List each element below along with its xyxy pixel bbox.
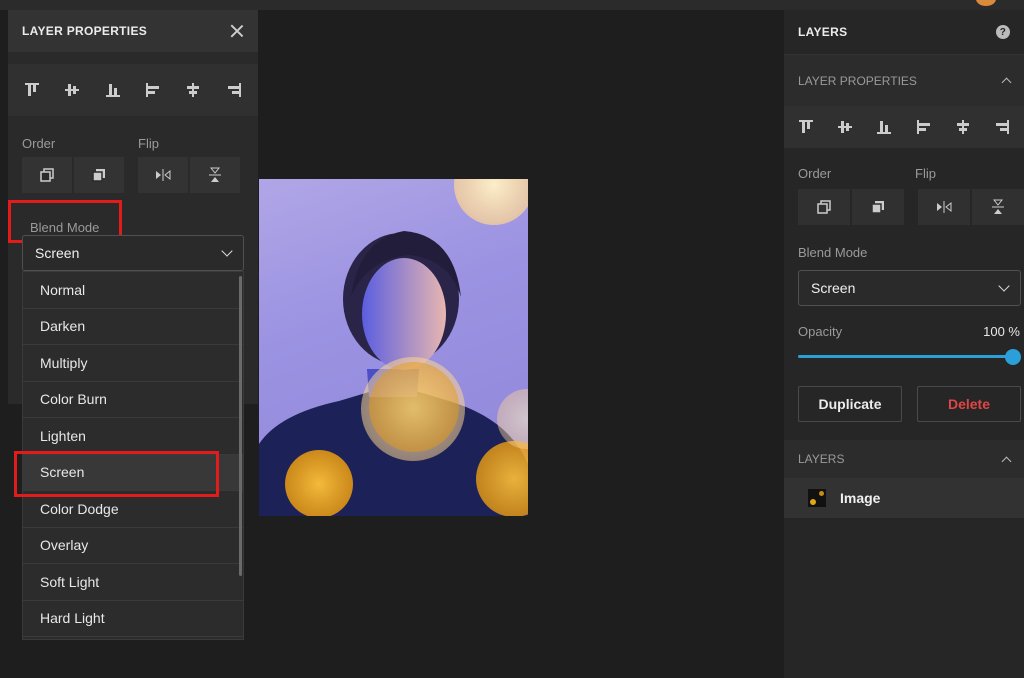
option-hard-light[interactable]: Hard Light <box>23 601 243 637</box>
chevron-up-icon <box>1001 456 1012 466</box>
option-overlay[interactable]: Overlay <box>23 528 243 564</box>
layer-row[interactable]: Image <box>784 478 1024 518</box>
option-multiply[interactable]: Multiply <box>23 345 243 382</box>
align-bottom-icon[interactable] <box>873 116 895 138</box>
chevron-down-icon <box>221 245 233 257</box>
align-top-icon[interactable] <box>795 116 817 138</box>
opacity-row: Opacity 100 % <box>798 324 1020 339</box>
bring-forward-icon <box>40 168 54 182</box>
align-bottom-icon[interactable] <box>102 79 124 101</box>
top-bar <box>0 0 1024 10</box>
align-toolbar <box>784 106 1024 148</box>
opacity-slider-track[interactable] <box>798 355 1014 358</box>
align-left-icon[interactable] <box>913 116 935 138</box>
align-vertical-center-icon[interactable] <box>834 116 856 138</box>
align-right-icon[interactable] <box>991 116 1013 138</box>
dropdown-scrollbar[interactable] <box>239 276 242 576</box>
layer-thumbnail <box>808 489 826 507</box>
flip-vertical-icon <box>209 167 221 182</box>
chevron-up-icon <box>1001 77 1012 88</box>
flip-label: Flip <box>138 136 159 151</box>
bring-forward-button[interactable] <box>798 189 850 225</box>
align-vertical-center-icon[interactable] <box>61 79 83 101</box>
blend-mode-select[interactable]: Screen <box>22 235 244 271</box>
align-right-icon[interactable] <box>223 79 245 101</box>
flip-horizontal-icon <box>937 201 952 213</box>
flip-horizontal-button[interactable] <box>138 157 188 193</box>
highlight-box-screen <box>14 451 219 497</box>
layers-panel-header: LAYERS ? <box>784 10 1024 54</box>
flip-horizontal-icon <box>156 169 171 181</box>
opacity-slider-handle[interactable] <box>1005 349 1021 365</box>
delete-button[interactable]: Delete <box>917 386 1021 422</box>
layer-name: Image <box>840 490 881 506</box>
panel-title: LAYER PROPERTIES <box>22 24 148 38</box>
layers-section-title: LAYERS <box>798 452 845 466</box>
flip-horizontal-button[interactable] <box>918 189 970 225</box>
flip-label: Flip <box>915 166 936 181</box>
align-left-icon[interactable] <box>142 79 164 101</box>
opacity-label: Opacity <box>798 324 843 339</box>
blend-mode-select[interactable]: Screen <box>798 270 1021 306</box>
flip-vertical-button[interactable] <box>190 157 240 193</box>
layers-panel: LAYERS ? LAYER PROPERTIES Order Flip Ble… <box>784 10 1024 678</box>
canvas-photo[interactable] <box>259 179 528 516</box>
align-horizontal-center-icon[interactable] <box>182 79 204 101</box>
option-normal[interactable]: Normal <box>23 272 243 309</box>
option-color-burn[interactable]: Color Burn <box>23 382 243 418</box>
send-backward-button[interactable] <box>852 189 904 225</box>
send-backward-button[interactable] <box>74 157 124 193</box>
send-backward-icon <box>92 169 105 182</box>
bring-forward-button[interactable] <box>22 157 72 193</box>
flip-vertical-icon <box>992 199 1004 214</box>
duplicate-button[interactable]: Duplicate <box>798 386 902 422</box>
option-soft-light[interactable]: Soft Light <box>23 564 243 601</box>
panel-header: LAYER PROPERTIES <box>8 10 258 52</box>
align-top-icon[interactable] <box>21 79 43 101</box>
close-icon[interactable] <box>230 24 244 38</box>
opacity-value: 100 % <box>983 324 1020 339</box>
send-backward-icon <box>871 201 884 214</box>
layer-properties-section-header[interactable]: LAYER PROPERTIES <box>784 54 1024 106</box>
order-label: Order <box>22 136 56 151</box>
chevron-down-icon <box>998 280 1010 292</box>
portrait-image <box>259 179 528 516</box>
layers-panel-title: LAYERS <box>798 25 848 39</box>
blend-mode-value: Screen <box>35 245 80 261</box>
bring-forward-icon <box>817 200 831 214</box>
flip-vertical-button[interactable] <box>972 189 1024 225</box>
layers-section-header[interactable]: LAYERS <box>784 440 1024 478</box>
section-title: LAYER PROPERTIES <box>798 73 917 88</box>
blend-mode-value: Screen <box>811 280 856 296</box>
order-label: Order <box>798 166 832 181</box>
align-horizontal-center-icon[interactable] <box>952 116 974 138</box>
blend-mode-label: Blend Mode <box>798 245 868 260</box>
option-lighten[interactable]: Lighten <box>23 418 243 455</box>
option-darken[interactable]: Darken <box>23 309 243 345</box>
align-toolbar <box>8 64 258 116</box>
help-icon[interactable]: ? <box>996 25 1010 39</box>
